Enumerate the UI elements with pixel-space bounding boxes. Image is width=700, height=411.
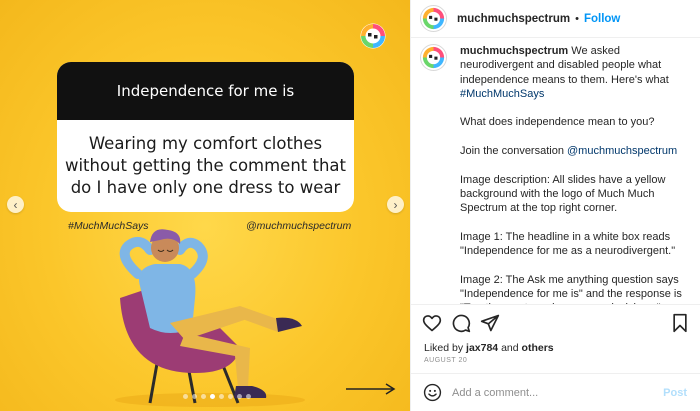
caption-image-description: Image description: All slides have a yel…: [460, 173, 666, 215]
action-bar: [411, 304, 700, 340]
post-image[interactable]: Independence for me is Wearing my comfor…: [0, 0, 410, 411]
caption-image-1: Image 1: The headline in a white box rea…: [460, 230, 676, 258]
post-date[interactable]: AUGUST 20: [424, 357, 467, 364]
carousel-dot: [246, 394, 251, 399]
answer-line: without getting the comment that: [64, 156, 347, 175]
carousel-dot: [201, 394, 206, 399]
chevron-right-icon: ›: [393, 197, 398, 212]
post-header: muchmuchspectrum • Follow: [411, 0, 700, 38]
answer-line: do I have only one dress to wear: [70, 178, 341, 197]
emoji-icon[interactable]: [423, 383, 442, 402]
carousel-dot: [237, 394, 242, 399]
follow-button[interactable]: Follow: [584, 13, 620, 25]
question-heading: Independence for me is: [57, 62, 354, 120]
post-sidebar: muchmuchspectrum • Follow muchmuchspectr…: [410, 0, 700, 411]
answer-line: Wearing my comfort clothes: [88, 134, 323, 153]
liked-by-user[interactable]: jax784: [466, 342, 498, 354]
previous-slide-button[interactable]: ‹: [7, 196, 24, 213]
likes-conj: and: [501, 342, 519, 354]
profile-logo-icon: [422, 7, 445, 30]
likes-others-link[interactable]: others: [522, 342, 554, 354]
caption-area: muchmuchspectrum We asked neurodivergent…: [411, 44, 700, 304]
carousel-dot: [228, 394, 233, 399]
person-in-chair-illustration: [115, 229, 305, 407]
profile-logo-icon: [422, 46, 445, 69]
likes-prefix: Liked by: [424, 342, 464, 354]
comment-icon[interactable]: [451, 313, 471, 333]
caption-avatar[interactable]: [420, 44, 447, 71]
carousel-dot-active: [210, 394, 215, 399]
caption-handle-link[interactable]: @muchmuchspectrum: [567, 145, 677, 157]
bookmark-icon[interactable]: [671, 313, 689, 333]
question-answer: Wearing my comfort clothes without getti…: [57, 120, 354, 212]
question-card: Independence for me is Wearing my comfor…: [57, 62, 354, 212]
caption-hashtag-link[interactable]: #MuchMuchSays: [460, 88, 544, 100]
heart-icon[interactable]: [422, 313, 442, 333]
carousel-dot: [192, 394, 197, 399]
likes-summary: Liked by jax784 and others: [424, 342, 554, 354]
caption-join-text: Join the conversation: [460, 145, 564, 158]
comment-input[interactable]: Add a comment...: [452, 387, 663, 399]
carousel-dot: [219, 394, 224, 399]
carousel-indicator: [183, 394, 251, 399]
post-comment-button[interactable]: Post: [663, 387, 687, 399]
next-slide-button[interactable]: ›: [387, 196, 404, 213]
caption-question: What does independence mean to you?: [460, 116, 655, 129]
caption-image-2: Image 2: The Ask me anything question sa…: [460, 273, 682, 304]
header-separator: •: [575, 12, 579, 25]
caption-username[interactable]: muchmuchspectrum: [460, 45, 568, 57]
arrow-right-icon: [346, 383, 396, 395]
share-icon[interactable]: [480, 313, 500, 333]
carousel-dot: [183, 394, 188, 399]
header-username[interactable]: muchmuchspectrum: [457, 13, 570, 25]
comment-bar: Add a comment... Post: [411, 373, 700, 411]
chevron-left-icon: ‹: [13, 197, 18, 212]
brand-logo-icon: [360, 23, 386, 49]
avatar[interactable]: [420, 5, 447, 32]
caption-text: muchmuchspectrum We asked neurodivergent…: [460, 44, 690, 304]
